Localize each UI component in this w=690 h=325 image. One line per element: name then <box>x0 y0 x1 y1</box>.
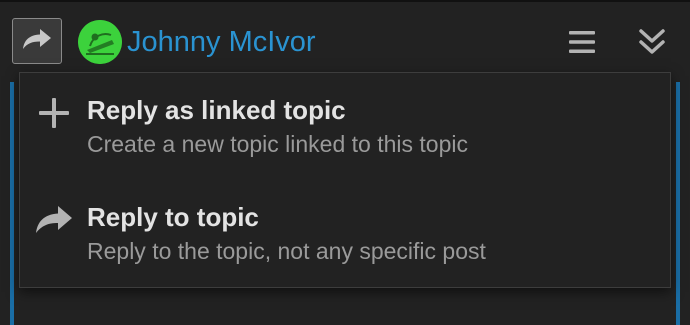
double-chevron-down-icon[interactable] <box>634 24 670 60</box>
username[interactable]: Johnny McIvor <box>127 24 316 60</box>
menu-item-title: Reply as linked topic <box>87 95 346 125</box>
share-arrow-icon <box>34 200 74 240</box>
reply-type-menu: Reply as linked topic Create a new topic… <box>19 72 671 288</box>
menu-item-description: Create a new topic linked to this topic <box>87 131 468 157</box>
reply-type-button[interactable] <box>12 18 62 64</box>
top-edge <box>0 0 690 2</box>
menu-item-title: Reply to topic <box>87 202 259 232</box>
menu-item-description: Reply to the topic, not any specific pos… <box>87 238 486 264</box>
avatar[interactable] <box>78 20 122 64</box>
hamburger-icon[interactable] <box>564 24 600 60</box>
composer-right-border <box>676 82 680 325</box>
user-avatar-icon <box>78 20 122 64</box>
plus-icon <box>34 93 74 133</box>
menu-item-reply-as-linked-topic[interactable]: Reply as linked topic Create a new topic… <box>20 73 670 177</box>
share-arrow-icon <box>22 27 52 56</box>
composer-screen: Johnny McIvor Reply as linked topic Crea… <box>0 0 690 325</box>
menu-item-reply-to-topic[interactable]: Reply to topic Reply to the topic, not a… <box>20 180 670 284</box>
